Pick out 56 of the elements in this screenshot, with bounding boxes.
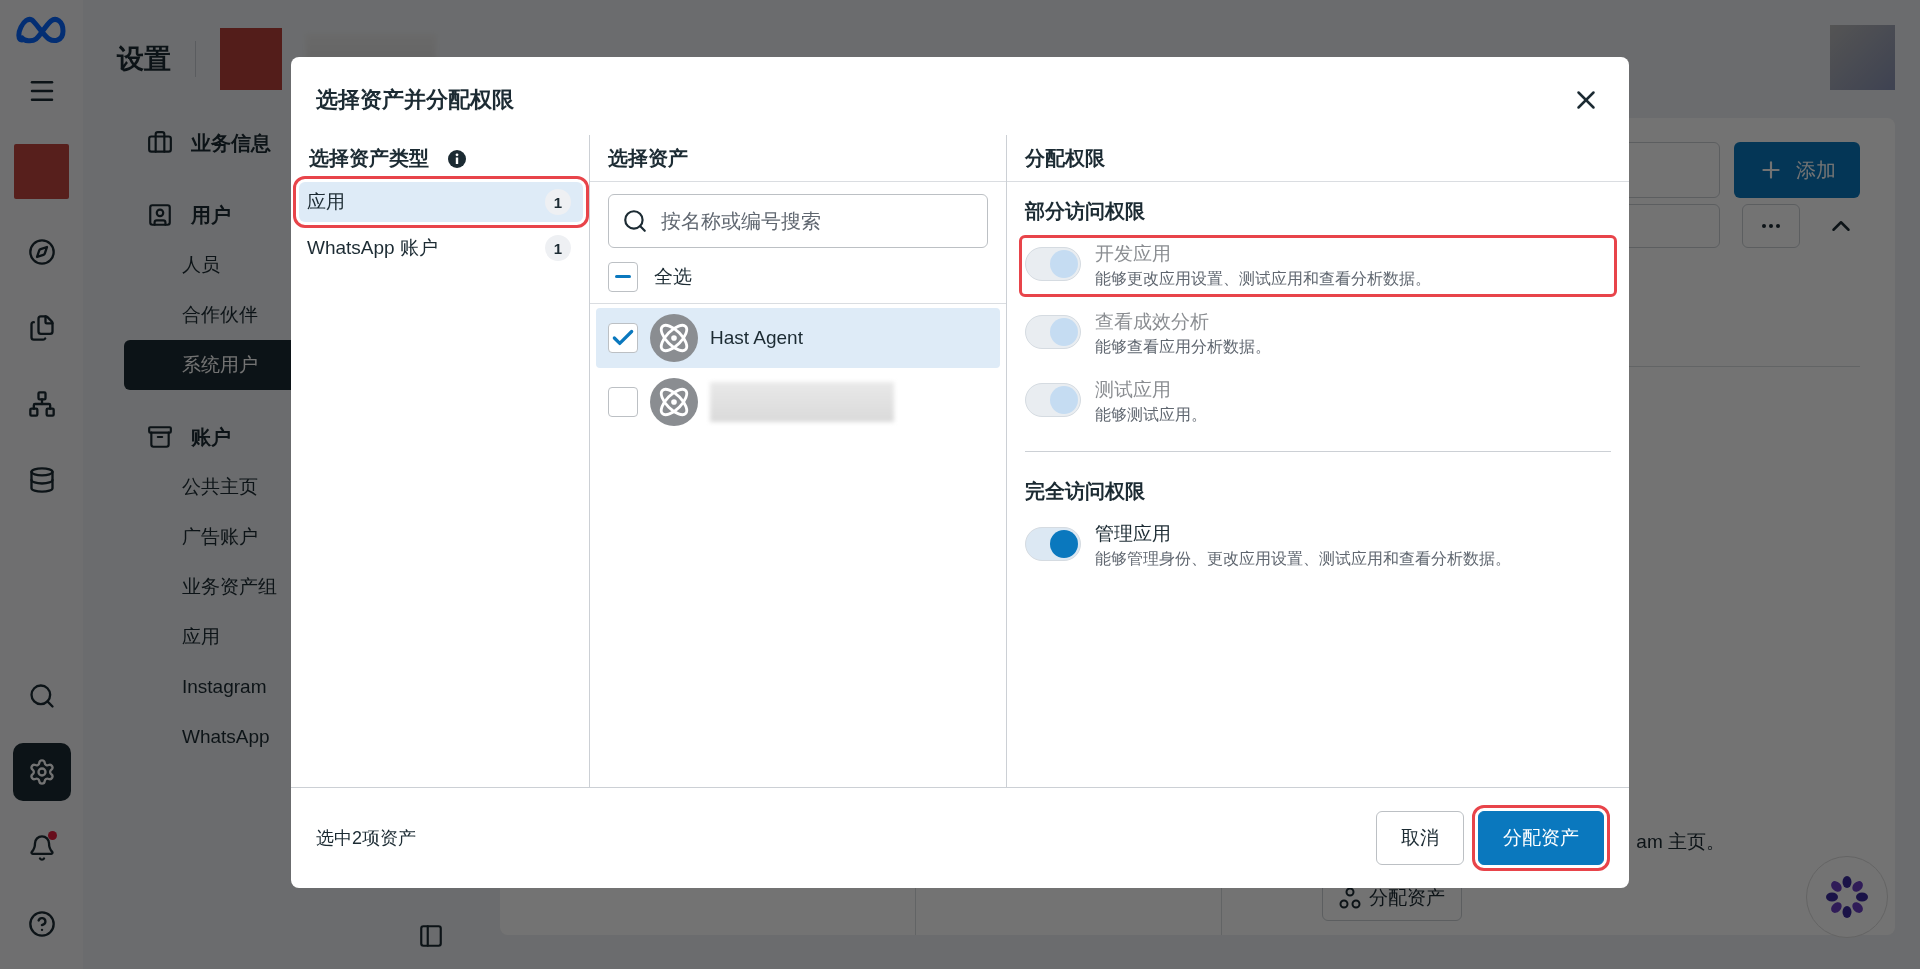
atom-icon [657, 321, 691, 355]
ellipsis-icon [1762, 224, 1780, 228]
group-title: 部分访问权限 [1025, 199, 1146, 224]
info-icon[interactable] [447, 148, 467, 169]
column-title: 选择资产类型 [309, 146, 429, 171]
business-avatar [220, 28, 282, 90]
stack-icon [27, 466, 56, 494]
dialog-title: 选择资产并分配权限 [316, 86, 514, 114]
description-text: am 主页。 [1636, 830, 1725, 854]
group-title: 完全访问权限 [1025, 479, 1146, 504]
compass-icon [27, 238, 56, 266]
asset-type-label: WhatsApp 账户 [307, 236, 438, 260]
asset-type-item[interactable]: WhatsApp 账户 1 [299, 228, 583, 268]
asset-name: Hast Agent [710, 327, 803, 349]
checkbox[interactable] [608, 323, 638, 353]
toggle-switch[interactable] [1025, 527, 1081, 561]
nav-section-title: 账户 [191, 424, 231, 450]
permission-label: 测试应用 [1095, 378, 1172, 402]
column-title: 选择资产 [608, 145, 688, 171]
permission-label: 查看成效分析 [1095, 310, 1210, 334]
checkbox[interactable] [608, 387, 638, 417]
asset-row[interactable]: Hast Agent [596, 308, 1000, 368]
count-badge: 1 [545, 235, 571, 261]
nav-section-title: 用户 [191, 202, 231, 228]
id-card-icon [147, 202, 173, 228]
panel-toggle-icon[interactable] [418, 923, 444, 949]
settings-rail-button[interactable] [12, 743, 71, 801]
bell-icon [27, 834, 56, 862]
infinity-logo-icon [15, 14, 68, 44]
search-icon [27, 682, 56, 710]
search-field[interactable]: 按名称或编号搜索 [608, 194, 988, 248]
asset-type-label: 应用 [307, 190, 345, 214]
help-icon [27, 910, 56, 938]
checkbox[interactable] [608, 261, 638, 292]
archive-icon [147, 424, 173, 450]
permission-description: 能够测试应用。 [1095, 405, 1207, 425]
nav-section-title: 业务信息 [191, 130, 271, 156]
permission-description: 能够更改应用设置、测试应用和查看分析数据。 [1095, 269, 1431, 289]
photo-placeholder [1830, 25, 1895, 90]
minus-icon [615, 275, 631, 278]
permission-description: 能够管理身份、更改应用设置、测试应用和查看分析数据。 [1095, 549, 1511, 569]
atom-icon [657, 385, 691, 419]
nodes-icon [1339, 887, 1361, 909]
permission-label: 开发应用 [1095, 242, 1172, 266]
select-all-label: 全选 [654, 264, 692, 289]
count-badge: 1 [545, 189, 571, 215]
column-title: 分配权限 [1025, 145, 1105, 171]
cancel-button[interactable]: 取消 [1376, 811, 1464, 865]
settings-icon [27, 758, 56, 786]
selection-summary: 选中2项资产 [316, 827, 416, 850]
briefcase-icon [147, 130, 173, 156]
permission-description: 能够查看应用分析数据。 [1095, 337, 1271, 357]
page-title: 设置 [117, 41, 196, 77]
permission-label: 管理应用 [1095, 522, 1172, 546]
network-icon [27, 390, 56, 418]
documents-icon [27, 314, 56, 342]
